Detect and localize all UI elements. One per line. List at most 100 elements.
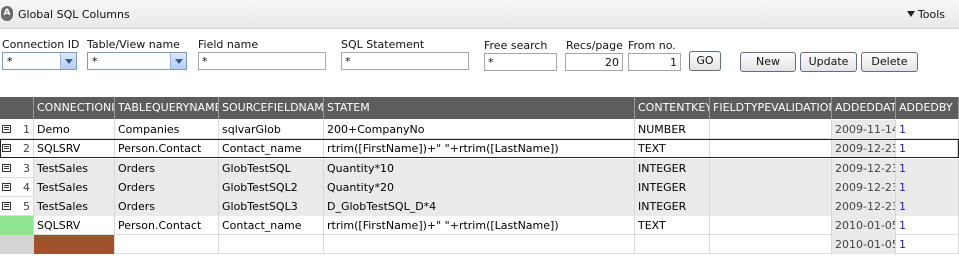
blank-record-row[interactable]: 2010-01-05 1 [0, 235, 959, 254]
delete-button[interactable]: Delete [861, 52, 918, 72]
cell-contentkey[interactable]: INTEGER [635, 178, 710, 197]
free-search-input[interactable]: * [484, 53, 557, 71]
row-number: 3 [12, 159, 34, 178]
cell-sourcefieldname[interactable]: Contact_name [219, 216, 324, 235]
row-edit-icon[interactable] [2, 125, 11, 133]
cell-connectionid[interactable]: TestSales [34, 178, 115, 197]
cell-tablequeryname[interactable]: Orders [115, 178, 219, 197]
cell-fieldtypevalidation[interactable] [710, 216, 832, 235]
cell-fieldtypevalidation[interactable] [710, 120, 832, 139]
window-title: Global SQL Columns [18, 8, 130, 21]
connection-id-value: * [7, 55, 13, 68]
row-edit-icon[interactable] [2, 144, 11, 152]
cell-contentkey[interactable] [635, 235, 710, 254]
cell-connectionid[interactable]: Demo [34, 120, 115, 139]
column-header[interactable]: SOURCEFIELDNAME [219, 97, 324, 119]
cell-addeddat[interactable]: 2009-12-23 [832, 197, 896, 216]
cell-addedby[interactable]: 1 [896, 235, 959, 254]
cell-sourcefieldname[interactable]: sqlvarGlob [219, 120, 324, 139]
row-edit-icon[interactable] [2, 164, 11, 172]
cell-addedby[interactable]: 1 [896, 197, 959, 216]
cell-contentkey[interactable]: INTEGER [635, 197, 710, 216]
cell-tablequeryname[interactable]: Orders [115, 197, 219, 216]
column-header[interactable]: ADDEDDAT [832, 97, 896, 119]
table-row[interactable]: 4 TestSales Orders GlobTestSQL2 Quantity… [0, 178, 959, 197]
cell-tablequeryname[interactable] [115, 235, 219, 254]
cell-statem[interactable]: rtrim([FirstName])+" "+rtrim([LastName]) [324, 216, 635, 235]
cell-connectionid[interactable]: SQLSRV [34, 216, 115, 235]
cell-fieldtypevalidation[interactable] [710, 178, 832, 197]
field-name-input[interactable]: * [198, 52, 326, 70]
dropdown-arrow-icon[interactable] [170, 53, 186, 69]
sql-statement-label: SQL Statement [341, 38, 425, 51]
table-row-selected[interactable]: 2 SQLSRV Person.Contact Contact_name rtr… [0, 139, 959, 158]
cell-addedby[interactable]: 1 [896, 216, 959, 235]
cell-addeddat[interactable]: 2009-12-23 [832, 140, 896, 157]
row-number: 2 [12, 140, 34, 157]
connection-id-label: Connection ID [2, 38, 80, 51]
new-record-row[interactable]: SQLSRV Person.Contact Contact_name rtrim… [0, 216, 959, 235]
cell-statem[interactable]: D_GlobTestSQL_D*4 [324, 197, 635, 216]
cell-addeddat[interactable]: 2009-12-23 [832, 159, 896, 178]
cell-tablequeryname[interactable]: Orders [115, 159, 219, 178]
cell-tablequeryname[interactable]: Person.Contact [115, 140, 219, 157]
cell-statem[interactable]: 200+CompanyNo [324, 120, 635, 139]
column-header[interactable]: ADDEDBY [896, 97, 959, 119]
cell-tablequeryname[interactable]: Companies [115, 120, 219, 139]
cell-sourcefieldname[interactable]: Contact_name [219, 140, 324, 157]
cell-contentkey[interactable]: NUMBER [635, 120, 710, 139]
tools-label: Tools [917, 8, 945, 21]
recs-per-page-label: Recs/page [566, 39, 623, 52]
cell-addeddat[interactable]: 2009-11-14 [832, 120, 896, 139]
row-edit-icon[interactable] [2, 202, 11, 210]
column-header[interactable]: FIELDTYPEVALIDATION [710, 97, 832, 119]
cell-addeddat[interactable]: 2010-01-05 [832, 216, 896, 235]
new-button[interactable]: New [740, 52, 796, 72]
tools-menu[interactable]: Tools [906, 8, 945, 21]
cell-sourcefieldname[interactable] [219, 235, 324, 254]
cell-addeddat[interactable]: 2010-01-05 [832, 235, 896, 254]
table-row[interactable]: 3 TestSales Orders GlobTestSQL Quantity*… [0, 159, 959, 178]
update-button[interactable]: Update [800, 52, 857, 72]
blank-row-gutter [0, 235, 34, 254]
cell-connectionid[interactable]: TestSales [34, 197, 115, 216]
cell-connectionid[interactable]: SQLSRV [34, 140, 115, 157]
cell-connectionid[interactable]: TestSales [34, 159, 115, 178]
column-header[interactable]: CONNECTIONID [34, 97, 115, 119]
cell-contentkey[interactable]: TEXT [635, 216, 710, 235]
cell-addedby[interactable]: 1 [896, 159, 959, 178]
connection-id-select[interactable]: * [2, 52, 77, 70]
cell-addedby[interactable]: 1 [896, 178, 959, 197]
recs-per-page-input[interactable]: 20 [565, 53, 623, 71]
cell-sourcefieldname[interactable]: GlobTestSQL2 [219, 178, 324, 197]
row-edit-icon[interactable] [2, 183, 11, 191]
cell-addeddat[interactable]: 2009-12-23 [832, 178, 896, 197]
column-header[interactable]: STATEM [324, 97, 635, 119]
cell-statem[interactable]: rtrim([FirstName])+" "+rtrim([LastName]) [324, 140, 635, 157]
column-header[interactable]: TABLEQUERYNAME [115, 97, 219, 119]
cell-sourcefieldname[interactable]: GlobTestSQL [219, 159, 324, 178]
dropdown-arrow-icon[interactable] [60, 53, 76, 69]
table-row[interactable]: 1 Demo Companies sqlvarGlob 200+CompanyN… [0, 120, 959, 139]
cell-tablequeryname[interactable]: Person.Contact [115, 216, 219, 235]
field-name-label: Field name [198, 38, 259, 51]
cell-statem[interactable]: Quantity*10 [324, 159, 635, 178]
cell-fieldtypevalidation[interactable] [710, 140, 832, 157]
go-button[interactable]: GO [689, 51, 721, 71]
cell-addedby[interactable]: 1 [896, 120, 959, 139]
table-view-name-select[interactable]: * [87, 52, 187, 70]
cell-contentkey[interactable]: INTEGER [635, 159, 710, 178]
sql-statement-input[interactable]: * [341, 52, 469, 70]
cell-statem[interactable]: Quantity*20 [324, 178, 635, 197]
cell-addedby[interactable]: 1 [896, 140, 958, 157]
cell-contentkey[interactable]: TEXT [635, 140, 710, 157]
cell-fieldtypevalidation[interactable] [710, 159, 832, 178]
from-no-input[interactable]: 1 [628, 53, 681, 71]
table-row[interactable]: 5 TestSales Orders GlobTestSQL3 D_GlobTe… [0, 197, 959, 216]
blank-row-marker[interactable] [34, 235, 115, 254]
cell-sourcefieldname[interactable]: GlobTestSQL3 [219, 197, 324, 216]
cell-fieldtypevalidation[interactable] [710, 197, 832, 216]
cell-statem[interactable] [324, 235, 635, 254]
cell-fieldtypevalidation[interactable] [710, 235, 832, 254]
column-header[interactable]: CONTENTKEY [635, 97, 710, 119]
